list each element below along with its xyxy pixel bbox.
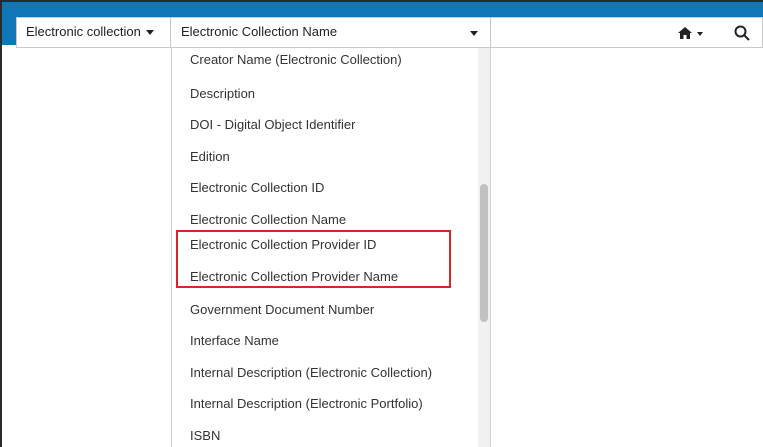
dropdown-option[interactable]: Description [190,86,255,102]
dropdown-option[interactable]: Interface Name [190,333,279,349]
chevron-down-icon [470,31,478,36]
search-scope-select[interactable]: Electronic collection [16,17,171,48]
dropdown-option[interactable]: Electronic Collection Provider Name [190,269,398,285]
dropdown-option[interactable]: Electronic Collection ID [190,180,324,196]
dropdown-option[interactable]: Electronic Collection Provider ID [190,237,376,253]
dropdown-option[interactable]: Creator Name (Electronic Collection) [190,52,402,68]
chevron-down-icon [697,32,703,36]
search-scope-label: Electronic collection [26,24,141,39]
search-field-dropdown: Creator Name (Electronic Collection) Des… [171,48,491,447]
home-icon [678,27,692,39]
dropdown-option[interactable]: Electronic Collection Name [190,212,346,228]
dropdown-option[interactable]: Edition [190,149,230,165]
dropdown-option[interactable]: DOI - Digital Object Identifier [190,117,355,133]
search-field-select[interactable]: Electronic Collection Name [171,17,491,48]
search-icon [734,25,750,41]
search-button[interactable] [733,17,763,48]
dropdown-option[interactable]: Internal Description (Electronic Portfol… [190,396,423,412]
search-field-label: Electronic Collection Name [181,24,338,39]
dropdown-option[interactable]: Government Document Number [190,302,374,318]
chevron-down-icon [145,30,154,36]
dropdown-option[interactable]: Internal Description (Electronic Collect… [190,365,432,381]
home-menu-button[interactable] [674,17,718,48]
scrollbar-thumb[interactable] [480,184,488,322]
dropdown-option[interactable]: ISBN [190,428,220,444]
